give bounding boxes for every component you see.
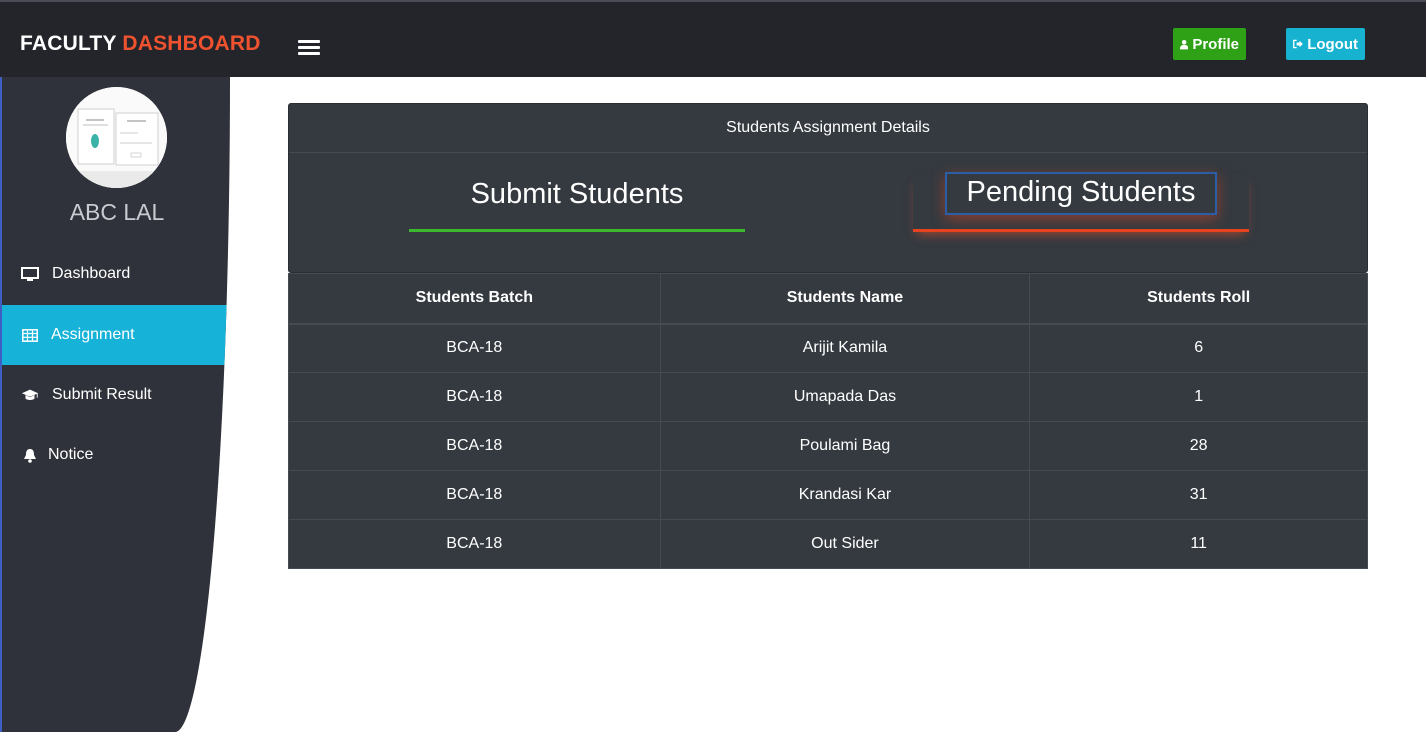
sidebar-item-label: Dashboard <box>52 265 131 282</box>
roll-cell: 6 <box>1029 323 1368 373</box>
tab-pending-students[interactable]: Pending Students <box>913 172 1249 232</box>
batch-cell: BCA-18 <box>288 323 661 373</box>
table-header-row: Students Batch Students Name Students Ro… <box>288 273 1368 325</box>
graduation-cap-icon <box>21 387 39 403</box>
sidebar-item-notice[interactable]: Notice <box>2 425 230 485</box>
name-cell: Out Sider <box>659 519 1031 569</box>
tab-label: Pending Students <box>944 172 1218 215</box>
table-row: BCA-18 Arijit Kamila 6 <box>288 323 1368 373</box>
tab-label: Submit Students <box>470 178 684 210</box>
batch-cell: BCA-18 <box>288 470 661 520</box>
table-icon <box>21 327 39 343</box>
brand-accent: DASHBOARD <box>122 32 261 55</box>
profile-label: Profile <box>1192 35 1239 53</box>
card-title: Students Assignment Details <box>289 104 1367 153</box>
sidebar-item-label: Notice <box>48 446 94 463</box>
name-cell: Umapada Das <box>659 372 1031 422</box>
sidebar: ABC LAL Dashboard Assignment Submit Resu… <box>0 77 230 732</box>
brand-primary: FACULTY <box>20 32 117 55</box>
sidebar-item-label: Submit Result <box>52 386 152 403</box>
avatar <box>66 87 167 188</box>
roll-cell: 1 <box>1029 372 1368 422</box>
roll-cell: 11 <box>1029 519 1368 569</box>
table-row: BCA-18 Umapada Das 1 <box>288 372 1368 422</box>
roll-cell: 28 <box>1029 421 1368 471</box>
logout-label: Logout <box>1307 35 1358 53</box>
user-name: ABC LAL <box>69 199 165 225</box>
column-header: Students Name <box>659 273 1031 325</box>
sidebar-item-submit-result[interactable]: Submit Result <box>2 365 230 425</box>
tab-submit-students[interactable]: Submit Students <box>409 174 745 232</box>
user-icon <box>1180 39 1189 49</box>
students-table: Students Batch Students Name Students Ro… <box>288 273 1368 569</box>
sidebar-item-assignment[interactable]: Assignment <box>2 305 230 365</box>
table-row: BCA-18 Krandasi Kar 31 <box>288 470 1368 520</box>
roll-cell: 31 <box>1029 470 1368 520</box>
brand-title: FACULTY DASHBOARD <box>20 32 261 56</box>
column-header: Students Roll <box>1029 273 1368 325</box>
monitor-icon <box>21 266 39 282</box>
table-row: BCA-18 Out Sider 11 <box>288 519 1368 569</box>
name-cell: Krandasi Kar <box>659 470 1031 520</box>
batch-cell: BCA-18 <box>288 372 661 422</box>
hamburger-menu-icon[interactable] <box>298 40 320 58</box>
sidebar-item-label: Assignment <box>51 326 135 343</box>
table-row: BCA-18 Poulami Bag 28 <box>288 421 1368 471</box>
column-header: Students Batch <box>288 273 661 325</box>
name-cell: Arijit Kamila <box>659 323 1031 373</box>
sidebar-item-dashboard[interactable]: Dashboard <box>2 244 230 304</box>
sign-out-icon <box>1293 39 1303 49</box>
name-cell: Poulami Bag <box>659 421 1031 471</box>
profile-button[interactable]: Profile <box>1173 28 1246 60</box>
assignment-details-card: Students Assignment Details Submit Stude… <box>288 103 1368 273</box>
bell-icon <box>21 447 39 463</box>
batch-cell: BCA-18 <box>288 421 661 471</box>
top-navbar: FACULTY DASHBOARD Profile Logout <box>0 0 1426 77</box>
logout-button[interactable]: Logout <box>1286 28 1365 60</box>
batch-cell: BCA-18 <box>288 519 661 569</box>
